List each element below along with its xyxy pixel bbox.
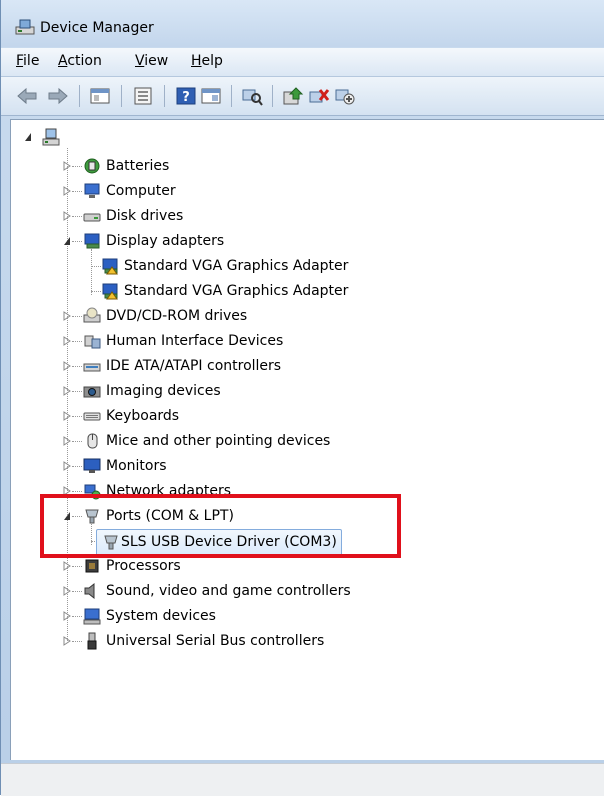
- show-hide-icon[interactable]: [132, 86, 154, 106]
- expand-arrow-icon[interactable]: [63, 336, 71, 346]
- tree-category-label: System devices: [106, 608, 216, 624]
- computer-icon: [84, 183, 100, 198]
- tree-category-label: Display adapters: [106, 233, 225, 249]
- disk-drive-icon: [83, 213, 101, 222]
- properties-pane-icon[interactable]: [89, 86, 111, 106]
- hid-icon: [84, 335, 101, 349]
- svg-text:?: ?: [182, 90, 190, 105]
- ide-controller-icon: [83, 363, 101, 372]
- disable-icon[interactable]: [334, 86, 356, 106]
- tree-category-label: Keyboards: [106, 408, 180, 424]
- mouse-icon: [87, 433, 98, 449]
- device-tree: Batteries Computer Disk drives Display adap…: [10, 119, 604, 760]
- display-adapter-icon: [102, 283, 118, 300]
- computer-icon: [42, 128, 60, 146]
- expand-arrow-icon[interactable]: [63, 611, 71, 621]
- collapse-arrow-icon[interactable]: [24, 132, 32, 142]
- expand-arrow-icon[interactable]: [63, 186, 71, 196]
- system-device-icon: [83, 608, 101, 625]
- window-title: Device Manager: [40, 20, 154, 36]
- expand-arrow-icon[interactable]: [63, 411, 71, 421]
- speaker-icon: [84, 582, 95, 600]
- usb-icon: [87, 632, 97, 650]
- status-bar: [1, 763, 604, 796]
- device-item[interactable]: Standard VGA Graphics Adapter: [101, 279, 348, 304]
- display-adapter-icon: [102, 258, 118, 275]
- update-driver-icon[interactable]: [282, 86, 304, 106]
- forward-icon[interactable]: [47, 86, 69, 106]
- tree-category-label: Mice and other pointing devices: [106, 433, 331, 449]
- tree-category-label: Disk drives: [106, 208, 184, 224]
- processor-icon: [85, 559, 99, 573]
- expand-arrow-icon[interactable]: [63, 561, 71, 571]
- device-manager-icon: [15, 19, 35, 35]
- menu-bar: File Action View Help: [1, 48, 604, 77]
- tree-category-label: IDE ATA/ATAPI controllers: [106, 358, 282, 374]
- tree-category-label: Human Interface Devices: [106, 333, 284, 349]
- menu-action[interactable]: Action: [58, 53, 102, 69]
- back-icon[interactable]: [16, 86, 38, 106]
- expand-arrow-icon[interactable]: [63, 311, 71, 321]
- tree-category-label: Universal Serial Bus controllers: [106, 633, 325, 649]
- expand-arrow-icon[interactable]: [63, 636, 71, 646]
- tree-category-label: Computer: [106, 183, 176, 199]
- title-bar[interactable]: Device Manager: [1, 0, 604, 47]
- device-label: Standard VGA Graphics Adapter: [124, 258, 349, 274]
- menu-help[interactable]: Help: [191, 53, 223, 69]
- expand-arrow-icon[interactable]: [63, 211, 71, 221]
- device-item[interactable]: Standard VGA Graphics Adapter: [101, 254, 348, 279]
- device-manager-window: Device Manager File Action View Help ? B…: [0, 0, 604, 796]
- device-label: Standard VGA Graphics Adapter: [124, 283, 349, 299]
- tree-category-label: Imaging devices: [106, 383, 221, 399]
- menu-view[interactable]: View: [135, 53, 168, 69]
- console-tree-icon[interactable]: [200, 86, 222, 106]
- expand-arrow-icon[interactable]: [63, 161, 71, 171]
- display-adapter-icon: [84, 233, 100, 249]
- tree-category-label: Monitors: [106, 458, 167, 474]
- dvd-drive-icon: [83, 307, 101, 323]
- uninstall-icon[interactable]: [308, 86, 330, 106]
- collapse-arrow-icon[interactable]: [63, 236, 71, 246]
- tree-guide-line: [91, 249, 92, 295]
- menu-file[interactable]: File: [16, 53, 39, 69]
- camera-icon: [83, 386, 101, 398]
- expand-arrow-icon[interactable]: [63, 361, 71, 371]
- scan-hardware-icon[interactable]: [241, 86, 263, 106]
- expand-arrow-icon[interactable]: [63, 586, 71, 596]
- tree-category-label: Sound, video and game controllers: [106, 583, 351, 599]
- expand-arrow-icon[interactable]: [63, 461, 71, 471]
- monitor-icon: [83, 458, 101, 473]
- expand-arrow-icon[interactable]: [63, 436, 71, 446]
- tree-category-label: Batteries: [106, 158, 170, 174]
- help-icon[interactable]: ?: [175, 86, 197, 106]
- battery-icon: [84, 158, 100, 174]
- expand-arrow-icon[interactable]: [63, 386, 71, 396]
- annotation-highlight-box: [40, 494, 401, 558]
- tree-category-label: DVD/CD-ROM drives: [106, 308, 248, 324]
- keyboard-icon: [83, 412, 101, 421]
